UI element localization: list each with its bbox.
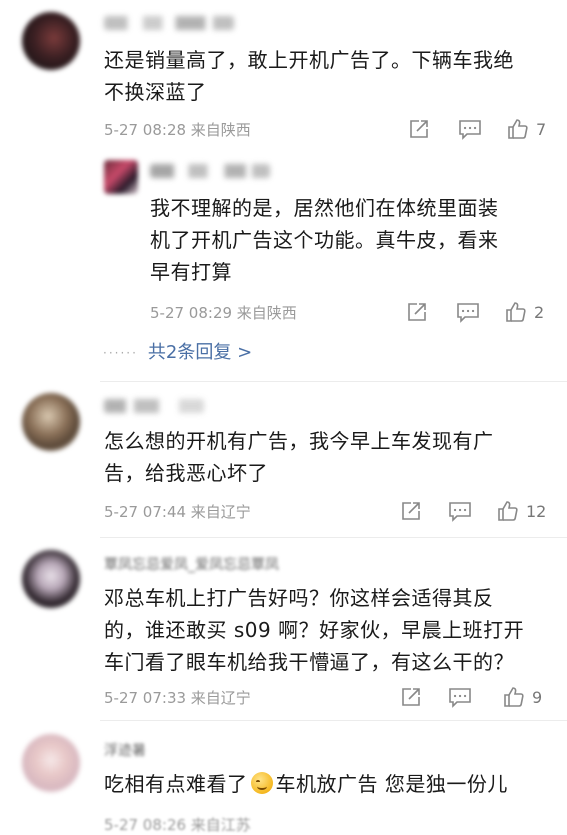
comment-button[interactable] [448,684,472,710]
comment-text-line: 告，给我恶心坏了 [104,461,268,485]
more-replies-link[interactable]: ······ 共2条回复 > [103,338,252,364]
comment-item: 覃凤忘忌爱凤_爱凤忘忌覃凤 邓总车机上打广告好吗？你这样会适得其反 的，谁还敢买… [0,540,567,720]
like-button[interactable]: 12 [496,498,546,524]
avatar[interactable] [22,393,80,451]
comment-meta: 5-27 08:28 来自陕西 [104,121,251,139]
username[interactable] [150,164,270,178]
comment-text-line: 还是销量高了，敢上开机广告了。下辆车我绝 [104,48,514,72]
comment-icon [459,120,481,140]
share-button[interactable] [406,299,428,325]
share-icon [402,688,420,706]
thumbs-up-icon [504,687,524,707]
comment-icon [449,688,471,708]
comment-button[interactable] [456,299,480,325]
thumbs-up-icon [508,119,528,139]
comment-actions: 9 [396,684,566,710]
avatar[interactable] [22,734,80,792]
divider [100,537,567,538]
like-count: 7 [536,119,547,139]
like-button[interactable]: 9 [502,684,542,710]
thumbs-up-icon [506,302,526,322]
like-button[interactable]: 7 [506,116,546,142]
reply-actions: 2 [400,299,560,325]
comment-text-line: 的，谁还敢买 s09 啊？好家伙，早晨上班打开 [104,618,525,642]
like-count: 12 [526,501,547,521]
comment-text: 吃相有点难看了 车机放广告 您是独一份儿 [104,768,559,800]
avatar[interactable] [22,12,80,70]
comment-text: 邓总车机上打广告好吗？你这样会适得其反 的，谁还敢买 s09 啊？好家伙，早晨上… [104,582,559,678]
more-replies-label: 共2条回复 > [147,342,253,363]
username[interactable] [104,399,204,413]
comment-text-part: 吃相有点难看了 [104,772,248,796]
smile-emoji-icon [250,772,273,794]
comment-item: 浮迹暑 吃相有点难看了 车机放广告 您是独一份儿 5-27 08:26 来自江苏 [0,724,567,834]
comment-actions: 12 [396,498,566,524]
comment-meta: 5-27 08:26 来自江苏 [104,816,251,834]
comment-button[interactable] [448,498,472,524]
comment-text-line: 车门看了眼车机给我干懵逼了，有这么干的？ [104,650,514,674]
comment-item: 怎么想的开机有广告，我今早上车发现有广 告，给我恶心坏了 5-27 07:44 … [0,385,567,535]
like-button[interactable]: 2 [504,299,544,325]
comment-icon [457,303,479,323]
share-icon [408,303,426,321]
reply-text-line: 我不理解的是，居然他们在体统里面装 [150,196,499,220]
username[interactable]: 覃凤忘忌爱凤_爱凤忘忌覃凤 [104,554,279,574]
comment-item: 还是销量高了，敢上开机广告了。下辆车我绝 不换深蓝了 5-27 08:28 来自… [0,0,567,150]
comment-text-part: 车机放广告 您是独一份儿 [275,772,508,796]
reply-text-line: 早有打算 [150,260,232,284]
reply-meta: 5-27 08:29 来自陕西 [150,304,297,322]
share-icon [410,120,428,138]
share-button[interactable] [400,498,422,524]
comment-button[interactable] [458,116,482,142]
comment-text: 怎么想的开机有广告，我今早上车发现有广 告，给我恶心坏了 [104,425,554,489]
comment-text-line: 邓总车机上打广告好吗？你这样会适得其反 [104,586,494,610]
comment-actions: 7 [400,116,560,142]
share-icon [402,502,420,520]
reply-item: 我不理解的是，居然他们在体统里面装 机了开机广告这个功能。真牛皮，看来 早有打算… [0,150,567,330]
avatar[interactable] [104,160,138,194]
like-count: 9 [532,687,543,707]
comment-text: 还是销量高了，敢上开机广告了。下辆车我绝 不换深蓝了 [104,44,554,108]
reply-text: 我不理解的是，居然他们在体统里面装 机了开机广告这个功能。真牛皮，看来 早有打算 [150,192,550,288]
share-button[interactable] [408,116,430,142]
avatar[interactable] [22,550,80,608]
comment-text-line: 不换深蓝了 [104,80,207,104]
like-count: 2 [534,302,545,322]
thumbs-up-icon [498,501,518,521]
comment-text-line: 怎么想的开机有广告，我今早上车发现有广 [104,429,494,453]
dots-icon: ······ [103,346,138,360]
comment-meta: 5-27 07:44 来自辽宁 [104,503,251,521]
comment-meta: 5-27 07:33 来自辽宁 [104,689,251,707]
share-button[interactable] [400,684,422,710]
reply-text-line: 机了开机广告这个功能。真牛皮，看来 [150,228,499,252]
comment-icon [449,502,471,522]
divider [100,720,567,721]
divider [100,381,567,382]
username[interactable]: 浮迹暑 [104,740,146,760]
username[interactable] [104,16,234,30]
